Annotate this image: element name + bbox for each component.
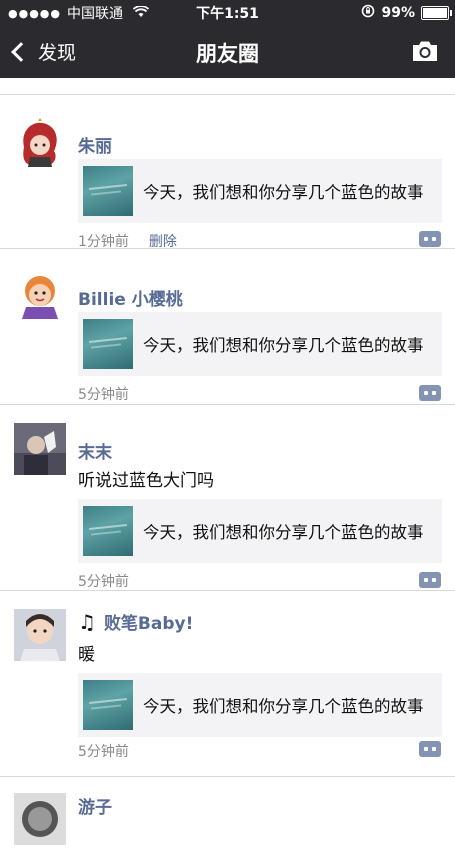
page-title: 朋友圈 [196,42,259,66]
post-item: ♫ 败笔Baby! 暖 今天，我们想和你分享几个蓝色的故事 5分钟前 [0,591,455,777]
avatar[interactable] [14,423,66,475]
feed-top-divider [0,78,455,95]
moments-feed: 朱丽 今天，我们想和你分享几个蓝色的故事 1分钟前 删除 Billie 小樱桃 今… [0,78,455,845]
link-title: 今天，我们想和你分享几个蓝色的故事 [143,523,424,542]
link-thumbnail [83,166,133,216]
battery-icon [421,6,452,20]
comment-more-icon[interactable] [419,741,441,757]
post-time: 1分钟前 [78,234,129,250]
link-thumbnail [83,680,133,730]
post-author-name: 败笔Baby! [103,614,194,634]
post-item: 游子 [0,777,455,845]
delete-button[interactable]: 删除 [149,234,177,250]
post-time: 5分钟前 [78,574,129,590]
link-thumbnail [83,319,133,369]
post-item: Billie 小樱桃 今天，我们想和你分享几个蓝色的故事 5分钟前 [0,249,455,405]
post-item: 朱丽 今天，我们想和你分享几个蓝色的故事 1分钟前 删除 [0,95,455,251]
nav-bar: 发现 朋友圈 [0,26,455,78]
shared-link-card[interactable]: 今天，我们想和你分享几个蓝色的故事 [78,499,442,563]
avatar[interactable] [14,609,66,661]
music-note-icon: ♫ [78,610,96,634]
post-author[interactable]: ♫ 败笔Baby! [78,609,193,634]
avatar[interactable] [14,117,66,169]
post-author[interactable]: Billie 小樱桃 [78,285,183,310]
shared-link-card[interactable]: 今天，我们想和你分享几个蓝色的故事 [78,673,442,737]
post-meta: 1分钟前 删除 [78,231,177,251]
status-time: 下午1:51 [196,6,259,22]
comment-more-icon[interactable] [419,385,441,401]
post-text: 暖 [78,645,95,665]
link-title: 今天，我们想和你分享几个蓝色的故事 [143,183,424,202]
post-time: 5分钟前 [78,744,129,760]
camera-icon[interactable] [411,40,439,62]
post-time: 5分钟前 [78,387,129,403]
link-title: 今天，我们想和你分享几个蓝色的故事 [143,336,424,355]
comment-more-icon[interactable] [419,572,441,588]
comment-more-icon[interactable] [419,231,441,247]
shared-link-card[interactable]: 今天，我们想和你分享几个蓝色的故事 [78,312,442,376]
post-author[interactable]: 游子 [78,793,112,818]
post-author[interactable]: 末末 [78,438,112,463]
post-item: 末末 听说过蓝色大门吗 今天，我们想和你分享几个蓝色的故事 5分钟前 [0,405,455,591]
link-title: 今天，我们想和你分享几个蓝色的故事 [143,697,424,716]
link-thumbnail [83,506,133,556]
status-bar: ●●●●● 中国联通 下午1:51 99% [0,0,455,26]
post-text: 听说过蓝色大门吗 [78,471,214,491]
post-author[interactable]: 朱丽 [78,132,112,157]
avatar[interactable] [14,269,66,321]
avatar[interactable] [14,793,66,845]
shared-link-card[interactable]: 今天，我们想和你分享几个蓝色的故事 [78,159,442,223]
battery-fill [423,8,447,18]
